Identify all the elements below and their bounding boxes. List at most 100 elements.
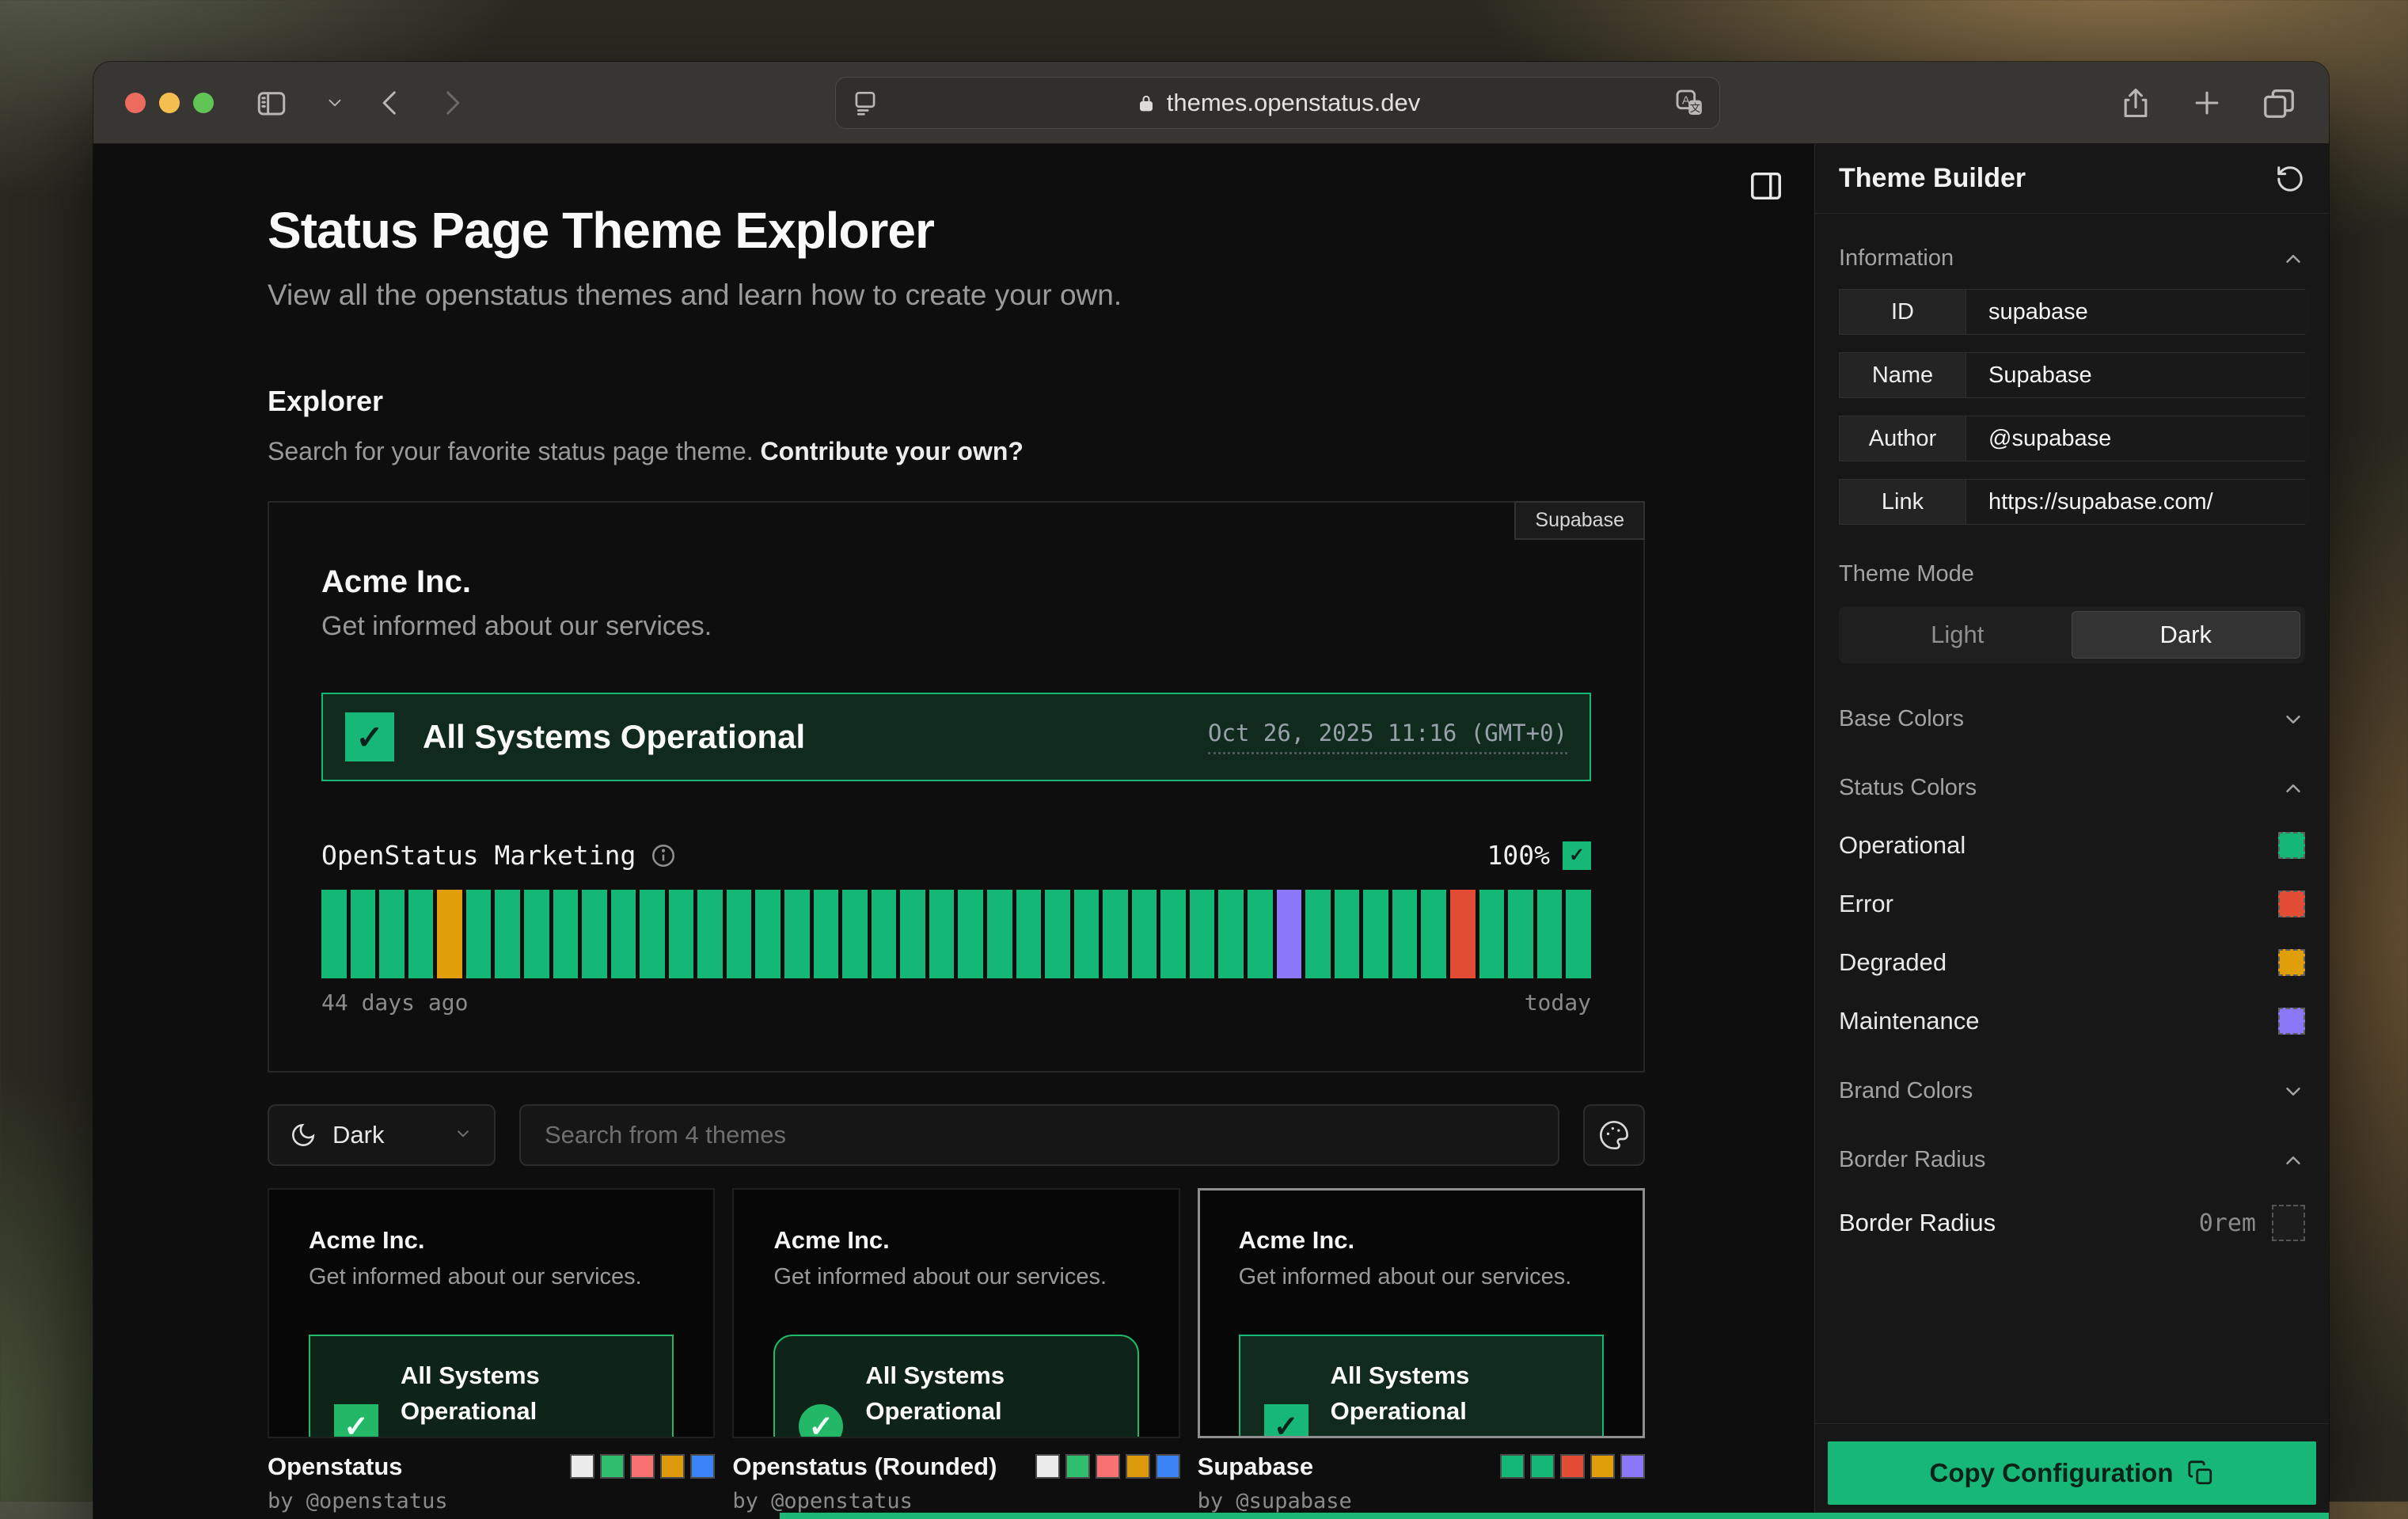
uptime-bar-operational[interactable] (1508, 890, 1533, 978)
uptime-bar-operational[interactable] (1132, 890, 1157, 978)
uptime-bar-maintenance[interactable] (1277, 890, 1302, 978)
uptime-bar-operational[interactable] (987, 890, 1012, 978)
theme-panel-toggle-button[interactable] (1748, 168, 1784, 207)
uptime-bar-operational[interactable] (814, 890, 839, 978)
theme-search-input[interactable] (545, 1121, 1534, 1149)
uptime-bar-operational[interactable] (611, 890, 636, 978)
uptime-bar-operational[interactable] (1016, 890, 1042, 978)
uptime-bar-operational[interactable] (379, 890, 404, 978)
theme-color-swatch (1500, 1454, 1525, 1479)
theme-card-openstatus-rounded[interactable]: Acme Inc. Get informed about our service… (732, 1188, 1179, 1438)
minimize-window-button[interactable] (159, 93, 180, 113)
link-field[interactable] (1966, 480, 2309, 524)
sidebar-menu-chevron[interactable] (325, 93, 345, 113)
preview-company-tagline: Get informed about our services. (321, 611, 1591, 642)
uptime-bar-operational[interactable] (1335, 890, 1360, 978)
section-information[interactable]: Information (1839, 245, 2305, 272)
uptime-bar-error[interactable] (1450, 890, 1476, 978)
uptime-bar-operational[interactable] (1045, 890, 1070, 978)
zoom-window-button[interactable] (193, 93, 214, 113)
section-brand-colors[interactable]: Brand Colors (1839, 1078, 2305, 1104)
name-field[interactable] (1966, 353, 2309, 397)
uptime-bar-operational[interactable] (640, 890, 665, 978)
field-row-author: Author (1839, 416, 2305, 461)
uptime-bar-operational[interactable] (321, 890, 347, 978)
uptime-bar-operational[interactable] (1392, 890, 1418, 978)
theme-mode-heading: Theme Mode (1839, 561, 2305, 587)
uptime-bar-operational[interactable] (784, 890, 810, 978)
uptime-bar-operational[interactable] (1363, 890, 1388, 978)
uptime-bar-operational[interactable] (524, 890, 549, 978)
error-color-picker[interactable] (2278, 891, 2305, 917)
uptime-bar-operational[interactable] (1566, 890, 1591, 978)
close-window-button[interactable] (125, 93, 146, 113)
uptime-bar-operational[interactable] (582, 890, 607, 978)
uptime-bar-operational[interactable] (1305, 890, 1331, 978)
uptime-bar-operational[interactable] (1103, 890, 1128, 978)
theme-color-swatches (570, 1454, 715, 1513)
uptime-bar-operational[interactable] (669, 890, 694, 978)
id-field[interactable] (1966, 290, 2309, 334)
theme-card-openstatus[interactable]: Acme Inc. Get informed about our service… (268, 1188, 715, 1438)
uptime-bar-operational[interactable] (1074, 890, 1100, 978)
chevron-down-icon (325, 93, 345, 113)
uptime-bar-operational[interactable] (697, 890, 723, 978)
field-row-name: Name (1839, 352, 2305, 398)
uptime-bar-operational[interactable] (408, 890, 434, 978)
uptime-bar-operational[interactable] (1479, 890, 1505, 978)
uptime-bar-operational[interactable] (553, 890, 579, 978)
uptime-bar-operational[interactable] (1190, 890, 1215, 978)
uptime-bar-operational[interactable] (495, 890, 520, 978)
preview-company-name: Acme Inc. (321, 564, 1591, 600)
uptime-bar-operational[interactable] (1537, 890, 1563, 978)
uptime-bar-operational[interactable] (900, 890, 925, 978)
degraded-color-picker[interactable] (2278, 949, 2305, 976)
share-button[interactable] (2118, 85, 2153, 120)
uptime-bar-operational[interactable] (958, 890, 983, 978)
color-label: Error (1839, 890, 1893, 918)
uptime-bar-operational[interactable] (727, 890, 752, 978)
uptime-bars[interactable] (321, 890, 1591, 978)
theme-mode-dropdown[interactable]: Dark (268, 1104, 496, 1166)
section-border-radius[interactable]: Border Radius (1839, 1147, 2305, 1173)
check-icon: ✓ (345, 712, 394, 761)
reset-theme-button[interactable] (2275, 164, 2305, 194)
sidebar-icon (255, 86, 288, 120)
dark-mode-option[interactable]: Dark (2072, 611, 2301, 659)
info-icon[interactable] (650, 842, 677, 869)
uptime-bar-operational[interactable] (929, 890, 955, 978)
uptime-bar-operational[interactable] (1160, 890, 1186, 978)
light-mode-option[interactable]: Light (1844, 611, 2072, 659)
theme-card-supabase-selected[interactable]: Acme Inc. Get informed about our service… (1198, 1188, 1645, 1438)
author-field[interactable] (1966, 416, 2309, 461)
uptime-bar-operational[interactable] (1421, 890, 1446, 978)
section-status-colors[interactable]: Status Colors (1839, 775, 2305, 801)
theme-color-swatch (600, 1454, 625, 1479)
uptime-bar-operational[interactable] (842, 890, 868, 978)
uptime-bar-operational[interactable] (466, 890, 492, 978)
maintenance-color-picker[interactable] (2278, 1008, 2305, 1035)
uptime-bar-degraded[interactable] (437, 890, 462, 978)
chevron-down-icon (2281, 708, 2305, 731)
forward-button[interactable] (435, 86, 469, 120)
browser-sidebar-toggle-button[interactable] (255, 86, 288, 120)
address-bar[interactable]: themes.openstatus.dev A 文 (835, 77, 1720, 129)
uptime-bar-operational[interactable] (351, 890, 376, 978)
card-status-label: All SystemsOperational (1331, 1358, 1578, 1430)
theme-color-swatch (1096, 1454, 1120, 1479)
random-theme-button[interactable] (1583, 1104, 1645, 1166)
new-tab-button[interactable] (2190, 85, 2224, 120)
tab-overview-button[interactable] (2261, 85, 2297, 121)
contribute-link[interactable]: Contribute your own? (761, 437, 1024, 465)
uptime-bar-operational[interactable] (872, 890, 897, 978)
uptime-bar-operational[interactable] (1218, 890, 1244, 978)
copy-configuration-button[interactable]: Copy Configuration (1828, 1441, 2316, 1505)
color-label: Operational (1839, 831, 1966, 860)
operational-color-picker[interactable] (2278, 832, 2305, 859)
uptime-bar-operational[interactable] (1248, 890, 1273, 978)
uptime-bar-operational[interactable] (755, 890, 781, 978)
section-base-colors[interactable]: Base Colors (1839, 706, 2305, 732)
back-button[interactable] (374, 86, 407, 120)
border-radius-input[interactable] (2272, 1205, 2305, 1241)
theme-color-swatch (1620, 1454, 1645, 1479)
